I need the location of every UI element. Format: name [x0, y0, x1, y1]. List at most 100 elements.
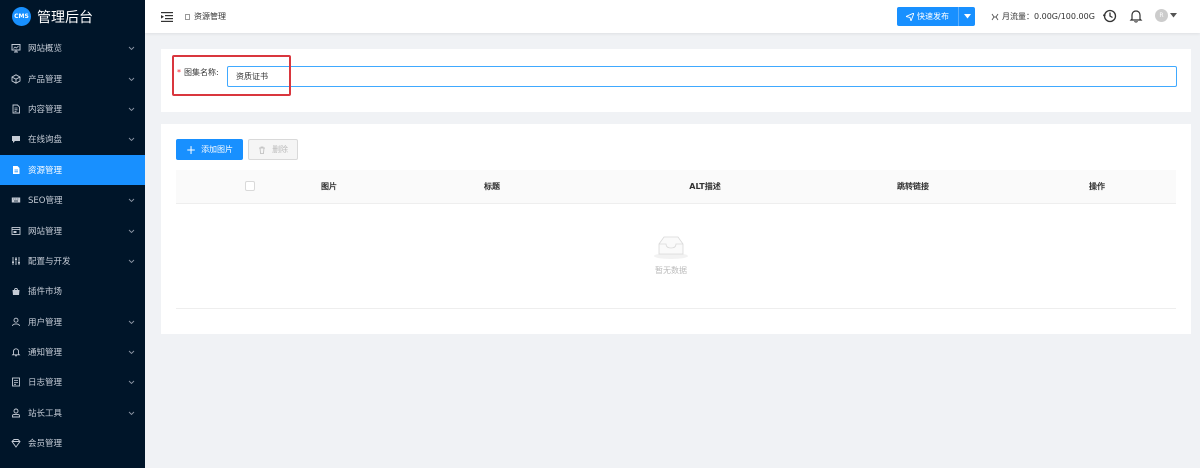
logo-badge: CMS — [12, 7, 31, 26]
monitor-icon — [11, 43, 21, 53]
album-name-input[interactable] — [227, 66, 1177, 87]
chevron-down-icon — [128, 77, 135, 81]
tool-user-icon — [11, 408, 21, 418]
sidebar-item-label: 网站概览 — [28, 44, 63, 55]
sidebar-item-label: 资源管理 — [28, 165, 63, 176]
clock-icon[interactable] — [1103, 9, 1117, 23]
chevron-down-icon — [128, 381, 135, 385]
breadcrumb-current[interactable]: 资源管理 — [194, 11, 226, 22]
table-header: 图片 标题 ALT描述 跳转链接 操作 — [176, 170, 1176, 204]
top-header: 资源管理 快速发布 月流量：0.00G/100.00G R — [145, 0, 1200, 33]
file-icon — [11, 165, 21, 175]
sidebar-item[interactable]: 日志管理 — [0, 367, 145, 397]
sidebar-item-label: 内容管理 — [28, 104, 63, 115]
log-icon — [11, 377, 21, 387]
send-icon — [906, 12, 914, 21]
chevron-down-icon — [128, 229, 135, 233]
quick-publish-label: 快速发布 — [917, 12, 949, 21]
add-image-label: 添加图片 — [201, 145, 234, 154]
traffic-icon — [991, 13, 999, 20]
chevron-down-icon — [128, 320, 135, 324]
sidebar-item-label: 日志管理 — [28, 378, 63, 389]
bell-icon — [11, 347, 21, 357]
sidebar-item[interactable]: 会员管理 — [0, 428, 145, 458]
chevron-down-icon — [128, 46, 135, 51]
sidebar-item[interactable]: SEO管理 — [0, 185, 145, 215]
sidebar-item-label: SEO管理 — [28, 196, 63, 207]
empty-text: 暂无数据 — [655, 266, 687, 275]
sidebar-menu: 网站概览产品管理内容管理在线询盘资源管理 SEO管理网站管理配置与开发插件市场用户… — [0, 33, 145, 458]
avatar-caret-icon[interactable] — [1170, 13, 1177, 18]
table-divider — [176, 308, 1176, 309]
caret-down-icon — [963, 14, 971, 19]
sidebar-item-label: 通知管理 — [28, 348, 63, 359]
sidebar-item-label: 配置与开发 — [28, 256, 71, 267]
sidebar-item[interactable]: 产品管理 — [0, 63, 145, 93]
plus-icon: + — [186, 142, 197, 157]
column-header-image: 图片 — [321, 182, 337, 191]
delete-label: 删除 — [272, 145, 289, 154]
table-toolbar: + 添加图片 删除 — [176, 139, 299, 160]
sidebar-item[interactable]: 网站管理 — [0, 215, 145, 245]
chevron-down-icon — [128, 259, 135, 264]
bag-icon — [11, 286, 21, 296]
select-all-checkbox[interactable] — [245, 181, 255, 191]
sidebar-item-label: 站长工具 — [28, 408, 63, 419]
menu-fold-icon[interactable] — [161, 11, 173, 22]
chevron-down-icon — [128, 138, 135, 142]
sidebar-item[interactable]: 插件市场 — [0, 276, 145, 306]
empty-inbox-icon — [654, 236, 688, 259]
chevron-down-icon — [128, 198, 135, 203]
trash-icon — [259, 146, 266, 154]
add-image-button[interactable]: + 添加图片 — [176, 139, 244, 160]
bell-icon[interactable] — [1129, 9, 1143, 23]
breadcrumb-icon — [185, 13, 190, 20]
sidebar-item-label: 在线询盘 — [28, 135, 63, 146]
quick-publish-dropdown[interactable] — [958, 7, 975, 26]
album-name-label: 图集名称: — [184, 68, 219, 77]
quick-publish-button[interactable]: 快速发布 — [897, 7, 958, 26]
sidebar-item-label: 插件市场 — [28, 287, 63, 298]
breadcrumb: 资源管理 — [185, 11, 226, 22]
diamond-icon — [11, 438, 21, 449]
traffic-label: 月流量：0.00G/100.00G — [1002, 12, 1095, 21]
quick-publish-group: 快速发布 — [897, 7, 975, 26]
user-icon — [11, 317, 21, 327]
column-header-title: 标题 — [484, 182, 500, 191]
browser-icon — [11, 226, 21, 236]
column-header-actions: 操作 — [1089, 182, 1105, 191]
column-header-alt: ALT描述 — [689, 182, 721, 191]
sidebar-item-label: 用户管理 — [28, 317, 63, 328]
sidebar-item[interactable]: 用户管理 — [0, 307, 145, 337]
image-table-card: + 添加图片 删除 图片 标题 ALT描述 跳转链接 操作 暂无数据 — [161, 124, 1191, 334]
cube-icon — [11, 73, 21, 84]
sidebar-item-label: 产品管理 — [28, 74, 63, 85]
sidebar-item-label: 网站管理 — [28, 226, 63, 237]
sidebar-item[interactable]: 配置与开发 — [0, 246, 145, 276]
traffic-indicator: 月流量：0.00G/100.00G — [991, 11, 1095, 22]
app-title: 管理后台 — [37, 9, 93, 26]
sidebar-item[interactable]: 资源管理 — [0, 154, 145, 185]
chevron-down-icon — [128, 411, 135, 416]
empty-state: 暂无数据 — [641, 232, 701, 276]
sliders-icon — [11, 256, 21, 266]
chat-icon — [11, 134, 21, 144]
column-header-link: 跳转链接 — [897, 182, 929, 191]
keyboard-icon — [11, 195, 21, 205]
sidebar-item[interactable]: 内容管理 — [0, 94, 145, 124]
sidebar-item-label: 会员管理 — [28, 439, 63, 450]
delete-button[interactable]: 删除 — [248, 139, 299, 160]
sidebar-item[interactable]: 网站概览 — [0, 33, 145, 63]
avatar[interactable]: R — [1155, 9, 1168, 22]
sidebar-item[interactable]: 通知管理 — [0, 337, 145, 367]
chevron-down-icon — [128, 350, 135, 355]
logo[interactable]: CMS 管理后台 — [0, 0, 145, 33]
chevron-down-icon — [128, 107, 135, 112]
required-mark: * — [177, 68, 181, 77]
sidebar: CMS 管理后台 网站概览产品管理内容管理在线询盘资源管理 SEO管理网站管理配置… — [0, 0, 145, 468]
sidebar-item[interactable]: 站长工具 — [0, 398, 145, 428]
document-icon — [11, 104, 21, 114]
album-form-card: * 图集名称: — [161, 49, 1191, 112]
album-name-row: * 图集名称: — [177, 67, 223, 78]
sidebar-item[interactable]: 在线询盘 — [0, 124, 145, 154]
